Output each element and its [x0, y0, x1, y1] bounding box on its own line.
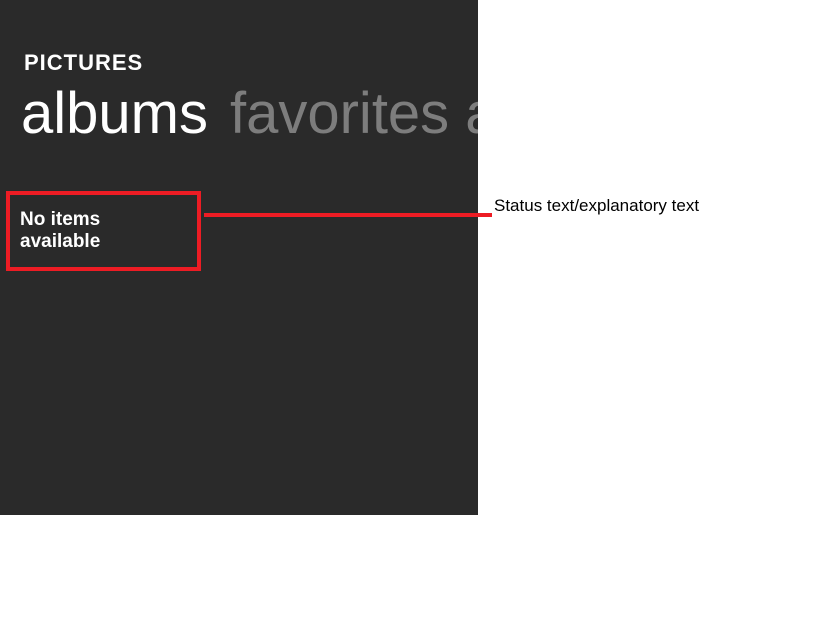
pictures-hub-panel: PICTURES albums favorites al No items av…	[0, 0, 478, 515]
pivot-favorites[interactable]: favorites al	[230, 84, 478, 145]
pivot-row: albums favorites al	[0, 76, 478, 145]
annotation-leader-line	[204, 213, 492, 217]
empty-state-text: No items available	[20, 209, 183, 253]
annotation-label: Status text/explanatory text	[494, 196, 699, 216]
pivot-albums[interactable]: albums	[21, 84, 208, 145]
status-highlight-box: No items available	[6, 191, 201, 271]
hub-title: PICTURES	[0, 0, 478, 76]
